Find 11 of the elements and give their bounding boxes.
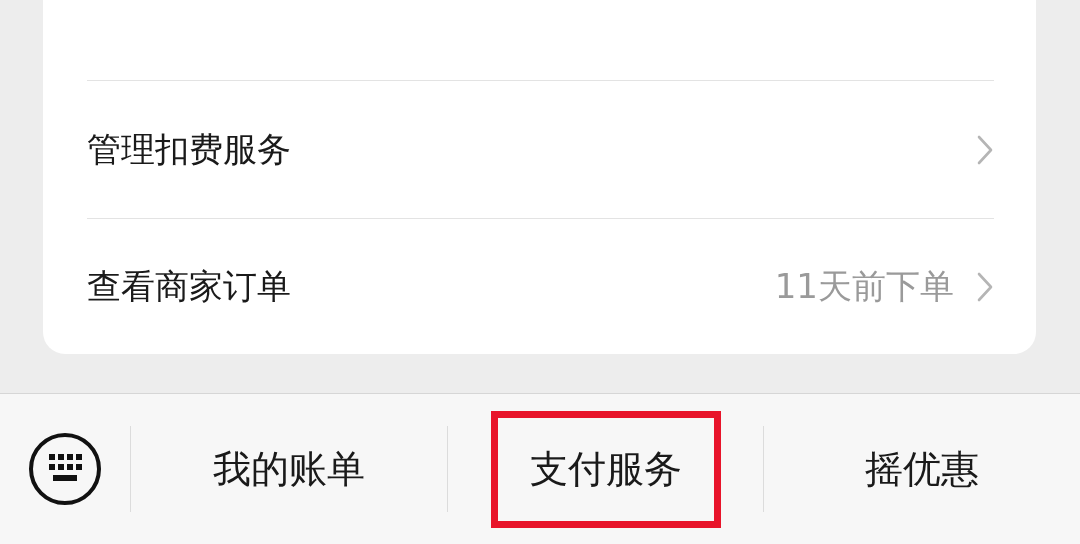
list-row[interactable]: 管理扣费服务: [87, 80, 994, 218]
chevron-icon: [976, 133, 994, 166]
chevron-icon: [976, 271, 994, 303]
menu-tab[interactable]: 我的账单: [173, 410, 404, 528]
list-row[interactable]: 查看商家订单 11天前下单: [87, 218, 994, 355]
row-label: 管理扣费服务: [87, 127, 291, 171]
row-hint: 11天前下单: [774, 265, 954, 308]
menu-tab[interactable]: 支付服务: [490, 410, 721, 528]
keyboard-icon[interactable]: [27, 431, 103, 508]
menu-tab[interactable]: 摇优惠: [826, 410, 1019, 528]
row-label: 查看商家订单: [87, 265, 291, 308]
